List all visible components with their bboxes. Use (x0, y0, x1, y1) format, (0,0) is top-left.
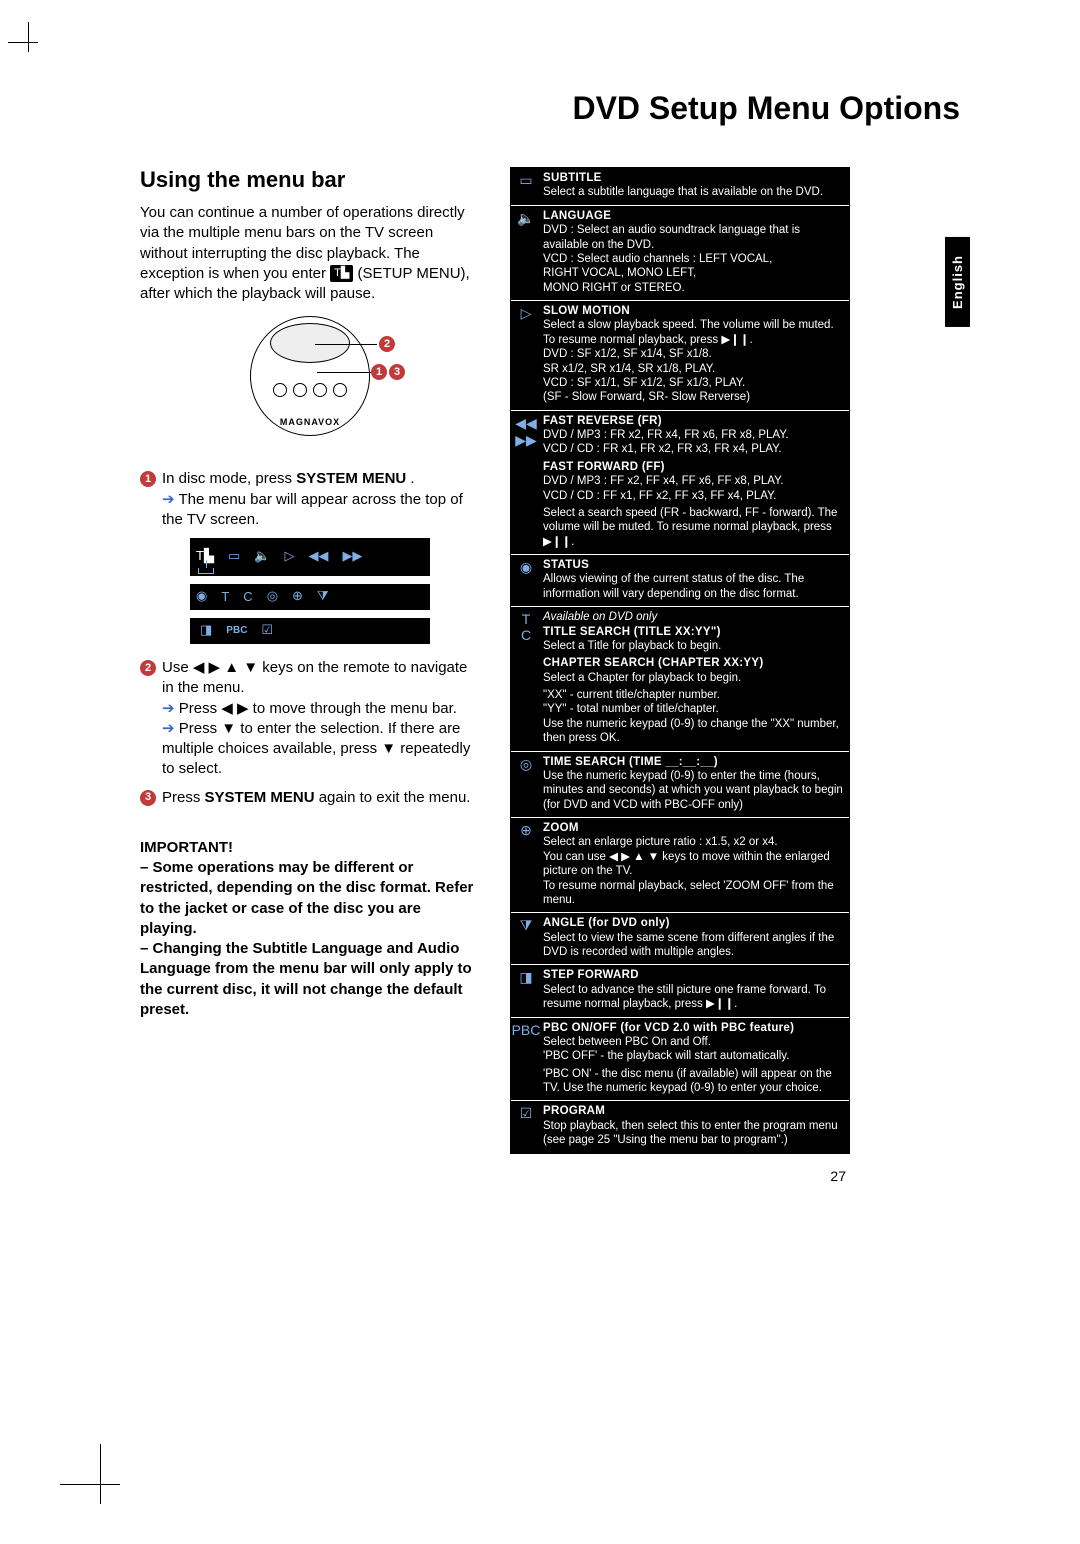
step-1-badge-icon: 1 (140, 471, 156, 487)
panel-row-icon: ⧩ (511, 913, 541, 964)
panel-row-text: SUBTITLESelect a subtitle language that … (541, 168, 849, 205)
panel-row: ☑PROGRAMStop playback, then select this … (511, 1101, 849, 1152)
panel-row: ▭SUBTITLESelect a subtitle language that… (511, 168, 849, 206)
language-tab: English (945, 237, 970, 327)
strip2-icon: ◎ (267, 588, 278, 604)
panel-row-icon: ◨ (511, 965, 541, 1016)
remote-dpad-icon (270, 323, 350, 363)
strip1-icon: ▶▶ (342, 548, 362, 564)
panel-row: ⊕ZOOMSelect an enlarge picture ratio : x… (511, 818, 849, 913)
panel-row: ⧩ANGLE (for DVD only)Select to view the … (511, 913, 849, 965)
page-title: DVD Setup Menu Options (140, 90, 960, 127)
page-number: 27 (510, 1168, 850, 1184)
panel-row-text: PBC ON/OFF (for VCD 2.0 with PBC feature… (541, 1018, 849, 1101)
strip1-icon: ◀◀ (308, 548, 328, 564)
panel-row: ◨STEP FORWARDSelect to advance the still… (511, 965, 849, 1017)
panel-row: ◀◀▶▶FAST REVERSE (FR)DVD / MP3 : FR x2, … (511, 411, 849, 555)
panel-row: ◉STATUSAllows viewing of the current sta… (511, 555, 849, 607)
step-3-a: Press (162, 789, 205, 806)
strip3-icon: ☑ (261, 622, 273, 638)
panel-row-text: TIME SEARCH (TIME __:__:__)Use the numer… (541, 752, 849, 818)
panel-row-icon: PBC (511, 1018, 541, 1101)
step-2-sub1: Press ◀ ▶ to move through the menu bar. (179, 700, 457, 717)
callout-1-icon: 1 (371, 364, 387, 380)
panel-row: 🔈LANGUAGEDVD : Select an audio soundtrac… (511, 206, 849, 301)
left-column: Using the menu bar You can continue a nu… (140, 167, 480, 1184)
step-2-sub2: Press ▼ to enter the selection. If there… (162, 720, 470, 778)
panel-row: PBCPBC ON/OFF (for VCD 2.0 with PBC feat… (511, 1018, 849, 1102)
panel-row-text: Available on DVD onlyTITLE SEARCH (TITLE… (541, 607, 849, 750)
section-heading: Using the menu bar (140, 167, 480, 193)
important-title: IMPORTANT! (140, 838, 480, 858)
step-2-a: Use ◀ ▶ ▲ ▼ keys on the remote to naviga… (162, 659, 467, 696)
panel-row-text: PROGRAMStop playback, then select this t… (541, 1101, 849, 1152)
panel-row-icon: ◀◀▶▶ (511, 411, 541, 554)
strip3-icon: PBC (226, 625, 247, 636)
step-1-a: In disc mode, press (162, 470, 296, 487)
strip1-icon: T▙ (196, 548, 214, 564)
menu-bar-strip-3: ◨ PBC ☑ (190, 618, 430, 644)
panel-row-text: LANGUAGEDVD : Select an audio soundtrack… (541, 206, 849, 300)
menu-bar-strip-2: ◉ T C ◎ ⊕ ⧩ (190, 584, 430, 610)
remote-button-icon (333, 383, 347, 397)
step-3-b: SYSTEM MENU (205, 789, 315, 806)
arrow-icon (162, 491, 178, 508)
remote-button-icon (293, 383, 307, 397)
panel-row-text: ZOOMSelect an enlarge picture ratio : x1… (541, 818, 849, 912)
strip1-icon: ▷ (284, 548, 294, 564)
panel-row-icon: ☑ (511, 1101, 541, 1152)
panel-row-icon: ◎ (511, 752, 541, 818)
important-2: – Changing the Subtitle Language and Aud… (140, 939, 480, 1020)
panel-row-text: STATUSAllows viewing of the current stat… (541, 555, 849, 606)
panel-row: TCAvailable on DVD onlyTITLE SEARCH (TIT… (511, 607, 849, 751)
panel-row-text: SLOW MOTIONSelect a slow playback speed.… (541, 301, 849, 410)
panel-row-icon: TC (511, 607, 541, 750)
panel-row-icon: ⊕ (511, 818, 541, 912)
step-2-badge-icon: 2 (140, 660, 156, 676)
panel-row-text: FAST REVERSE (FR)DVD / MP3 : FR x2, FR x… (541, 411, 849, 554)
panel-row-text: ANGLE (for DVD only)Select to view the s… (541, 913, 849, 964)
strip3-icon: ◨ (200, 622, 212, 638)
step-1-sub: The menu bar will appear across the top … (162, 491, 463, 528)
callout-2-icon: 2 (379, 336, 395, 352)
important-block: IMPORTANT! – Some operations may be diff… (140, 838, 480, 1020)
panel-row-icon: ▷ (511, 301, 541, 410)
panel-row-icon: 🔈 (511, 206, 541, 300)
panel-row-icon: ▭ (511, 168, 541, 205)
crop-mark-icon (60, 1464, 100, 1504)
strip2-icon: ⊕ (292, 588, 303, 604)
page-content: DVD Setup Menu Options Using the menu ba… (140, 90, 960, 1184)
step-3-badge-icon: 3 (140, 790, 156, 806)
strip2-icon: T (221, 589, 229, 604)
step-1-c: . (410, 470, 414, 487)
menu-options-panel: ▭SUBTITLESelect a subtitle language that… (510, 167, 850, 1154)
remote-button-icon (273, 383, 287, 397)
panel-row-icon: ◉ (511, 555, 541, 606)
step-3: 3 Press SYSTEM MENU again to exit the me… (140, 788, 480, 808)
remote-brand-label: MAGNAVOX (280, 417, 340, 427)
important-1: – Some operations may be different or re… (140, 858, 480, 939)
strip1-icon: 🔈 (254, 548, 270, 564)
strip2-icon: ⧩ (317, 588, 329, 604)
crop-mark-icon (8, 22, 48, 62)
strip2-icon: ◉ (196, 588, 207, 604)
step-1-b: SYSTEM MENU (296, 470, 406, 487)
panel-row-text: STEP FORWARDSelect to advance the still … (541, 965, 849, 1016)
step-1: 1 In disc mode, press SYSTEM MENU . The … (140, 469, 480, 530)
setup-menu-icon: T▙ (330, 265, 353, 282)
callout-3-icon: 3 (389, 364, 405, 380)
strip1-icon: ▭ (228, 548, 240, 564)
arrow-icon (162, 700, 179, 717)
strip2-icon: C (243, 589, 252, 604)
intro-text: You can continue a number of operations … (140, 203, 480, 304)
remote-diagram: MAGNAVOX 2 1 3 (205, 316, 415, 451)
step-3-c: again to exit the menu. (319, 789, 471, 806)
panel-row: ▷SLOW MOTIONSelect a slow playback speed… (511, 301, 849, 411)
right-column: English ▭SUBTITLESelect a subtitle langu… (510, 167, 850, 1184)
arrow-icon (162, 720, 179, 737)
step-2: 2 Use ◀ ▶ ▲ ▼ keys on the remote to navi… (140, 658, 480, 780)
panel-row: ◎TIME SEARCH (TIME __:__:__)Use the nume… (511, 752, 849, 819)
menu-bar-strip-1: T▙ ▭ 🔈 ▷ ◀◀ ▶▶ (190, 538, 430, 576)
remote-button-icon (313, 383, 327, 397)
